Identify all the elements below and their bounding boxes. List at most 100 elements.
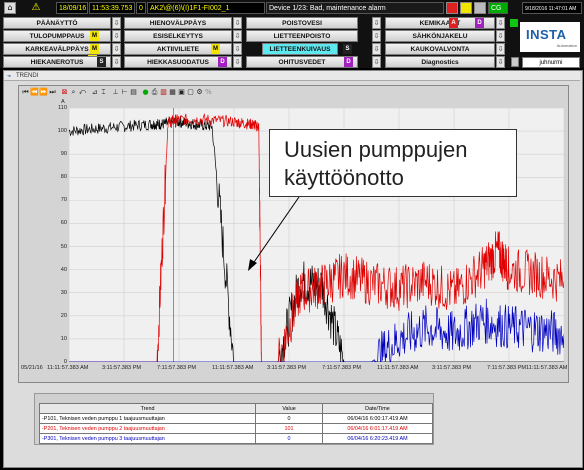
trend-icon: ⌁: [7, 72, 12, 80]
annotation-text: Uusien pumppujen käyttöönotto: [284, 137, 468, 190]
arrow-down-icon[interactable]: ⇩: [372, 17, 381, 29]
legend-header: Value: [255, 403, 323, 414]
nav-esiselkeytys[interactable]: ESISELKEYTYS: [124, 30, 232, 42]
arrow-down-icon[interactable]: ⇩: [112, 56, 121, 68]
y-tick-label: 20: [60, 312, 67, 319]
y-tick-label: 90: [60, 151, 67, 158]
status-badge: S: [343, 44, 352, 54]
nav-paanaytto[interactable]: PÄÄNÄYTTÖ: [3, 17, 111, 29]
ack-alarm-icon[interactable]: [460, 2, 472, 14]
status-date: 18/09/16: [56, 2, 88, 14]
status-badge: M: [211, 44, 220, 54]
x-tick-label: 11:11:57.383 AM: [526, 365, 568, 371]
table-row[interactable]: -P301, Teknisen veden pumppu 3 taajuusmu…: [38, 433, 434, 444]
export-icon[interactable]: ▥: [159, 88, 168, 97]
arrow-down-icon[interactable]: ⇩: [112, 30, 121, 42]
home-icon[interactable]: ⌂: [4, 2, 16, 14]
x-tick-label: 11:11:57.383 AM: [47, 365, 89, 371]
legend-value: 0: [255, 413, 323, 424]
arrow-down-icon[interactable]: ⇩: [496, 17, 505, 29]
arrow-down-icon[interactable]: ⇩: [112, 17, 121, 29]
cg-label: CG: [491, 5, 502, 12]
status-badge: M: [90, 31, 99, 41]
arrow-down-icon[interactable]: ⇩: [496, 56, 505, 68]
copy-icon[interactable]: ▦: [168, 88, 177, 97]
axis-icon[interactable]: ⊥: [111, 88, 120, 97]
arrow-down-icon[interactable]: ⇩: [372, 30, 381, 42]
arrow-down-icon[interactable]: ⇩: [496, 43, 505, 55]
annotation-box: Uusien pumppujen käyttöönotto: [269, 129, 517, 197]
nav-lietteenpoisto[interactable]: LIETTEENPOISTO: [246, 30, 358, 42]
x-tick-label: 11:11:57.383 AM: [377, 365, 419, 371]
trend-titlebar[interactable]: ⌁ TRENDI: [4, 71, 580, 81]
legend-table: Trend Value Date/Time -P101, Teknisen ve…: [38, 403, 434, 444]
legend-value: 0: [255, 433, 323, 444]
start-icon[interactable]: ●: [141, 88, 150, 97]
legend-header: Trend: [38, 403, 257, 414]
arrow-down-icon[interactable]: ⇩: [233, 30, 242, 42]
cg-indicator: CG: [488, 2, 508, 14]
zoom-icon[interactable]: ⌕: [69, 88, 78, 97]
rewind-icon[interactable]: ⏪: [30, 88, 39, 97]
print-icon[interactable]: ⎙: [150, 88, 159, 97]
arrow-down-icon[interactable]: ⇩: [372, 43, 381, 55]
nav-sahkonjakelu[interactable]: SÄHKÖNJAKELU: [385, 30, 495, 42]
status-badge: D: [344, 57, 353, 67]
arrow-down-icon[interactable]: ⇩: [112, 43, 121, 55]
table-row[interactable]: -P201, Teknisen veden pumppu 2 taajuusmu…: [38, 423, 434, 434]
nav-hiekkasuodatus[interactable]: HIEKKASUODATUS: [124, 56, 232, 68]
stats-icon[interactable]: ▤: [129, 88, 138, 97]
x-tick-label: 3:11:57.383 PM: [267, 365, 307, 371]
system-clock: 9/18/2016 11:47:01 AM: [522, 2, 582, 14]
nav-ohitusvedet[interactable]: OHITUSVEDET: [246, 56, 358, 68]
nav-hiekanerotus[interactable]: HIEKANEROTUS: [3, 56, 111, 68]
y-tick-label: 70: [60, 197, 67, 204]
arrow-down-icon[interactable]: ⇩: [233, 56, 242, 68]
logo-text: INSTA: [526, 27, 567, 42]
x-start-date: 05/21/16: [21, 365, 43, 371]
nav-diagnostics[interactable]: Diagnostics: [385, 56, 495, 68]
last-icon[interactable]: ⏭: [48, 88, 57, 97]
alarm-message[interactable]: Device 1/23: Bad, maintenance alarm: [266, 2, 444, 14]
user-field[interactable]: juhnurmi: [522, 57, 580, 68]
arrow-down-icon[interactable]: ⇩: [496, 30, 505, 42]
logo-subtext: Automation: [556, 43, 577, 48]
x-tick-label: 7:11:57.383 PM: [322, 365, 362, 371]
status-tag[interactable]: AK2\@(6)\(I)1F1-FI002_1: [147, 2, 265, 14]
open-icon[interactable]: ▢: [186, 88, 195, 97]
nav-lietteenkuivaus[interactable]: LIETTEENKUIVAUS: [262, 43, 338, 55]
arrow-down-icon[interactable]: ⇩: [233, 17, 242, 29]
close-alarm-icon[interactable]: [446, 2, 458, 14]
cursor-icon[interactable]: ⌶: [99, 88, 108, 97]
trend-toolbar: ⏮ ⏪ ⏩ ⏭ ⊠ ⌕ ⤺ ⊿ ⌶ ⊥ ⊢ ▤ ● ⎙ ▥ ▦ ▣ ▢ ⚙ %: [21, 88, 221, 98]
percent-icon[interactable]: %: [204, 88, 213, 97]
settings-icon[interactable]: ⚙: [195, 88, 204, 97]
user-icon[interactable]: [511, 57, 519, 67]
y-tick-label: 110: [58, 105, 67, 111]
arrow-down-icon[interactable]: ⇩: [233, 43, 242, 55]
scada-app: ⌂ ⚠ 18/09/16 11:53:39.753 0 AK2\@(6)\(I)…: [0, 0, 584, 470]
list-alarm-icon[interactable]: [474, 2, 486, 14]
x-tick-label: 7:11:57.383 PM: [487, 365, 527, 371]
status-count: 0: [136, 2, 146, 14]
arrow-down-icon[interactable]: ⇩: [372, 56, 381, 68]
zoom-box-icon[interactable]: ⊠: [60, 88, 69, 97]
status-badge: D: [218, 57, 227, 67]
trend-window-title: TRENDI: [16, 73, 39, 79]
nav-kaukovalvonta[interactable]: KAUKOVALVONTA: [385, 43, 495, 55]
save-icon[interactable]: ▣: [177, 88, 186, 97]
status-badge: A: [449, 18, 458, 28]
legend-name: -P301, Teknisen veden pumppu 3 taajuusmu…: [38, 433, 257, 444]
nav-hienovalppays[interactable]: HIENOVÄLPPÄYS: [124, 17, 232, 29]
scale-icon[interactable]: ⊢: [120, 88, 129, 97]
nav-poistovesi[interactable]: POISTOVESI: [246, 17, 358, 29]
legend-datetime: 06/04/16 6:01:17.419 AM: [321, 423, 434, 434]
first-icon[interactable]: ⏮: [21, 88, 30, 97]
forward-icon[interactable]: ⏩: [39, 88, 48, 97]
table-row[interactable]: -P101, Teknisen veden pumppu 1 taajuusmu…: [38, 413, 434, 424]
ruler-icon[interactable]: ⊿: [90, 88, 99, 97]
warning-icon[interactable]: ⚠: [30, 2, 42, 14]
trend-window: ⌁ TRENDI ⏮ ⏪ ⏩ ⏭ ⊠ ⌕ ⤺ ⊿ ⌶ ⊥ ⊢ ▤ ● ⎙ ▥ ▦: [3, 70, 583, 468]
reset-zoom-icon[interactable]: ⤺: [78, 88, 87, 97]
status-badge: S: [97, 57, 106, 67]
